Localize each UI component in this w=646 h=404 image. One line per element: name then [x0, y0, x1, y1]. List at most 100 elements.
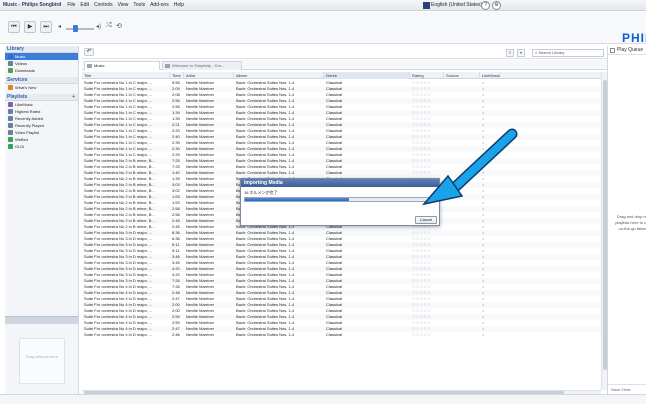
menu-bar: File Edit Controls View Tools Add-ons Help [67, 2, 189, 8]
previous-icon[interactable]: ⏮ [8, 21, 20, 33]
menu-item-help[interactable]: Help [174, 2, 184, 8]
player-controls: ⏮ ▶ ⏭ ◂ ◂) ⤮ ⟲ PHIL [0, 12, 646, 45]
sidebar-playlist-item-icon [8, 109, 13, 114]
import-progress-fill [245, 198, 349, 201]
menu-item-add-ons[interactable]: Add-ons [150, 2, 169, 8]
tab-welcome[interactable]: Welcome to Simplicity - Cre... [162, 61, 242, 70]
column-header-time[interactable]: Time [170, 72, 184, 79]
play-queue-header: Play Queue [608, 46, 646, 55]
brand-logo: PHIL [622, 31, 646, 45]
tab-music[interactable]: Music [84, 61, 160, 70]
cell-artist: Neville Marriner [186, 332, 215, 337]
language-selector[interactable]: English (United States) [431, 1, 482, 10]
sidebar-playlist-item-label: Recently Played [15, 123, 44, 128]
sidebar-playlist-item-label: Video Playlist [15, 130, 39, 135]
artwork-pane-header[interactable] [5, 316, 78, 324]
table-row[interactable]: Suite For orchestra No 4 in D major, ...… [82, 332, 602, 338]
volume-slider-handle[interactable] [73, 25, 79, 32]
sidebar-item-item-label: Downloads [15, 68, 35, 73]
list-view-icon[interactable]: ≡ [506, 49, 514, 57]
menu-item-file[interactable]: File [67, 2, 75, 8]
sidebar-playlist-item-icon [8, 144, 13, 149]
volume-mute-icon[interactable]: ◂ [58, 23, 61, 30]
sidebar-playlist-recently-added[interactable]: Recently Added [5, 115, 78, 122]
sidebar-item-item-icon [8, 54, 13, 59]
repeat-icon[interactable]: ⟲ [116, 22, 122, 30]
volume-max-icon: ◂) [96, 24, 102, 30]
menu-item-edit[interactable]: Edit [80, 2, 89, 8]
play-queue-footer[interactable]: Save Clear [608, 384, 646, 394]
search-input[interactable]: ⌕ Search Library [532, 49, 604, 57]
column-header-artist[interactable]: Artist [184, 72, 234, 79]
play-queue-title: Play Queue [617, 47, 644, 53]
cell-genre: Classical [326, 332, 343, 337]
next-icon[interactable]: ⏭ [40, 21, 52, 33]
tab-music-label: Music [94, 63, 105, 68]
title-bar: Music - Philips Songbird File Edit Control… [0, 0, 646, 11]
navigation-bar: ↶ ≡ ▾ ⌕ Search Library [82, 46, 607, 59]
sidebar-playlist-item-icon [8, 130, 13, 135]
sidebar-service-item-label: What's New [15, 85, 37, 90]
filter-view-icon[interactable]: ▾ [517, 49, 525, 57]
column-header-genre[interactable]: Genre [324, 72, 410, 79]
import-progress-bar [244, 197, 438, 202]
column-header-rating[interactable]: Rating [410, 72, 444, 79]
menu-item-controls[interactable]: Controls [94, 2, 113, 8]
cell-album: Bach: Orchestral Suites Nos. 1-4 [236, 332, 295, 337]
help-icon[interactable]: ? [481, 1, 490, 10]
add-playlist-icon[interactable]: + [72, 94, 75, 101]
sidebar-playlist-likemusic[interactable]: LikeMusic [5, 101, 78, 108]
play-icon[interactable]: ▶ [24, 21, 36, 33]
settings-icon[interactable]: ⚙ [492, 1, 501, 10]
sidebar-playlist-item-label: LikeMusic [15, 102, 33, 107]
window-title: Music - Philips Songbird [3, 2, 62, 8]
sidebar-playlist-highest-rated[interactable]: Highest Rated [5, 108, 78, 115]
rating-stars[interactable]: ✩✩✩✩✩ [410, 332, 444, 338]
column-header-album[interactable]: Album [234, 72, 324, 79]
playlists-header-label: Playlists [7, 94, 28, 100]
library-header: Library [5, 46, 78, 53]
column-header-title[interactable]: Title [82, 72, 170, 79]
column-headers: Title Time Artist Album Genre Rating Source Lik… [82, 72, 602, 79]
sidebar-playlist-item-label: Recently Added [15, 116, 44, 121]
status-bar [0, 394, 646, 404]
playlists-header: Playlists + [5, 94, 78, 101]
dialog-title: Importing Media [241, 179, 439, 187]
cell-title: Suite For orchestra No 4 in D major, ... [84, 332, 153, 337]
artwork-drop-area[interactable]: Drag artwork here [19, 338, 65, 384]
menu-item-tools[interactable]: Tools [133, 2, 145, 8]
sidebar-playlist-recently-played[interactable]: Recently Played [5, 122, 78, 129]
tab-strip: Music Welcome to Simplicity - Cre... [82, 60, 607, 70]
sidebar-playlist-item-icon [8, 102, 13, 107]
sidebar-playlist-gldi[interactable]: GLDi [5, 143, 78, 150]
likemusic-icon[interactable]: ♪ [480, 332, 500, 338]
import-media-dialog: Importing Media 16 ホルメンが完了 Cancel [240, 178, 440, 226]
back-icon[interactable]: ↶ [84, 48, 94, 56]
sidebar-item-music[interactable]: Music [5, 53, 78, 60]
sidebar-playlist-webiot[interactable]: WeBiot [5, 136, 78, 143]
cell-time: 2:46 [172, 332, 180, 337]
play-queue-panel: Play Queue Drag and drop media or playli… [607, 46, 646, 394]
volume-slider-track[interactable] [66, 28, 94, 30]
sidebar-item-item-label: Music [15, 54, 26, 59]
sidebar-playlist-item-label: GLDi [15, 144, 25, 149]
column-header-source[interactable]: Source [444, 72, 480, 79]
tab-welcome-label: Welcome to Simplicity - Cre... [172, 63, 225, 68]
sidebar-service-what-s-new[interactable]: What's New [5, 84, 78, 91]
cancel-button[interactable]: Cancel [415, 216, 437, 224]
songbird-window: Music - Philips Songbird File Edit Control… [0, 0, 646, 404]
sidebar-playlist-video-playlist[interactable]: Video Playlist [5, 129, 78, 136]
sidebar-item-videos[interactable]: Videos [5, 60, 78, 67]
shuffle-icon[interactable]: ⤮ [106, 22, 112, 30]
sidebar-service-item-icon [8, 85, 13, 90]
queue-icon [610, 48, 615, 53]
sidebar-item-downloads[interactable]: Downloads [5, 67, 78, 74]
track-list: Suite For orchestra No 1 in C major, ...… [82, 80, 602, 394]
menu-item-view[interactable]: View [118, 2, 129, 8]
sidebar-playlist-item-icon [8, 123, 13, 128]
column-header-likemusic[interactable]: LikeMusic [480, 72, 500, 79]
sidebar-item-item-icon [8, 61, 13, 66]
music-tab-icon [87, 64, 92, 68]
play-queue-hint: Drag and drop media or playlists here to… [615, 214, 646, 231]
services-header: Services [5, 77, 78, 84]
